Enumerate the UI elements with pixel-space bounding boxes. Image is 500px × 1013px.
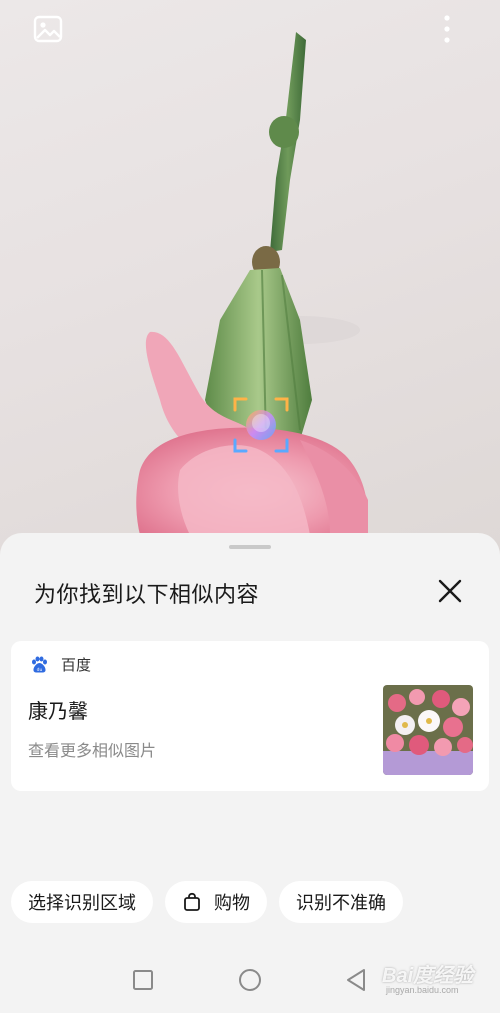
focus-corners-icon: [233, 397, 289, 453]
sheet-title: 为你找到以下相似内容: [34, 582, 260, 607]
camera-photo-preview: [0, 0, 500, 560]
circle-home-icon: [239, 969, 261, 991]
baidu-paw-icon: du: [29, 655, 49, 675]
image-gallery-icon: [33, 15, 63, 43]
more-vertical-icon: [444, 15, 450, 43]
action-chips: 选择识别区域 购物 识别不准确: [11, 881, 403, 923]
select-region-button[interactable]: 选择识别区域: [11, 881, 153, 923]
result-thumbnail[interactable]: [383, 685, 473, 775]
result-title[interactable]: 康乃馨: [28, 695, 88, 724]
inaccurate-label: 识别不准确: [296, 893, 386, 913]
select-region-label: 选择识别区域: [28, 893, 136, 913]
shopping-button[interactable]: 购物: [165, 881, 267, 923]
close-button[interactable]: [432, 573, 468, 609]
watermark-url: jingyan.baidu.com: [386, 985, 459, 995]
source-name: 百度: [61, 657, 92, 674]
result-source: du 百度: [29, 654, 91, 675]
back-button[interactable]: [343, 967, 369, 993]
recents-button[interactable]: [130, 967, 156, 993]
recognition-focus-icon[interactable]: [232, 396, 290, 454]
bouquet-thumbnail-image: [383, 685, 473, 775]
gallery-button[interactable]: [33, 15, 67, 49]
shopping-bag-icon: [182, 892, 202, 912]
svg-text:du: du: [37, 667, 43, 673]
more-similar-link[interactable]: 查看更多相似图片: [28, 737, 156, 761]
system-navigation-bar: Bai度经验 jingyan.baidu.com: [0, 945, 500, 1013]
shopping-label: 购物: [214, 893, 250, 913]
triangle-back-icon: [347, 969, 365, 991]
results-sheet: 为你找到以下相似内容 du 百度 康乃馨 查看更多相似图片 选择识别区域 购物 …: [0, 533, 500, 1013]
square-recents-icon: [133, 970, 153, 990]
home-button[interactable]: [237, 967, 263, 993]
inaccurate-button[interactable]: 识别不准确: [279, 881, 403, 923]
result-card[interactable]: du 百度 康乃馨 查看更多相似图片: [11, 641, 489, 791]
watermark: Bai度经验: [382, 965, 474, 987]
close-icon: [438, 579, 462, 603]
sheet-drag-handle[interactable]: [229, 545, 271, 549]
carnation-photo: [136, 32, 368, 535]
more-options-button[interactable]: [444, 14, 472, 48]
